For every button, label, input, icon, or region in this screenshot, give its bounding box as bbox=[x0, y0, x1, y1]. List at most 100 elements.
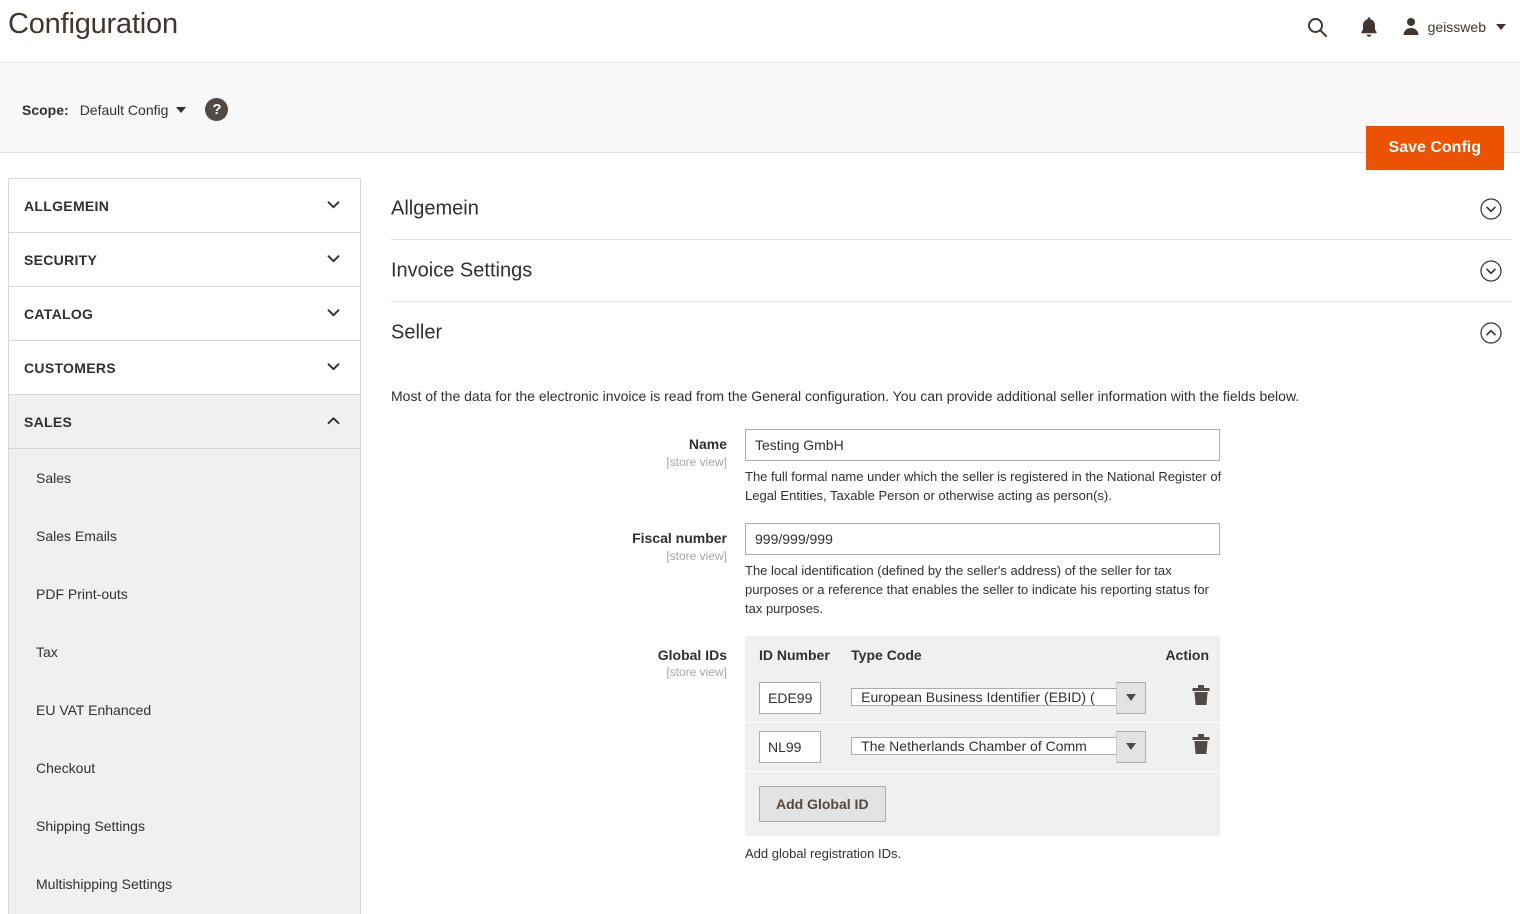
table-row: The Netherlands Chamber of Comm bbox=[745, 722, 1220, 772]
chevron-down-icon bbox=[327, 360, 340, 373]
bell-icon[interactable] bbox=[1343, 8, 1395, 46]
global-id-type-select-value-0[interactable]: European Business Identifier (EBID) ( bbox=[851, 687, 1130, 706]
sidebar-item-sales-emails[interactable]: Sales Emails bbox=[9, 507, 360, 565]
global-id-type-select-value-1[interactable]: The Netherlands Chamber of Comm bbox=[851, 736, 1122, 755]
scope-dropdown[interactable]: Default Config bbox=[80, 102, 187, 118]
sidebar-item-pdf-print-outs[interactable]: PDF Print-outs bbox=[9, 565, 360, 623]
cell-action bbox=[1146, 722, 1220, 772]
field-label-name: Name [store view] bbox=[391, 429, 745, 506]
page-title: Configuration bbox=[8, 8, 178, 40]
field-scope-note: [store view] bbox=[666, 665, 727, 680]
delete-global-id-button-1[interactable] bbox=[1191, 733, 1211, 755]
global-id-number-input-1[interactable] bbox=[759, 730, 821, 763]
user-avatar-icon bbox=[1401, 16, 1421, 39]
scope-selector-group: Scope: Default Config ? bbox=[22, 98, 229, 121]
sidebar-section-label: CATALOG bbox=[24, 305, 94, 322]
scope-bar: Scope: Default Config ? Save Config bbox=[0, 62, 1520, 170]
global-ids-table: ID Number Type Code Action EDE99 Europea… bbox=[745, 635, 1220, 836]
field-label-fiscal-number: Fiscal number [store view] bbox=[391, 523, 745, 619]
column-header-action: Action bbox=[1146, 635, 1220, 674]
field-row-name: Name [store view] The full formal name u… bbox=[391, 429, 1512, 506]
username-label: geissweb bbox=[1427, 19, 1486, 35]
section-header-seller[interactable]: Seller bbox=[391, 302, 1512, 364]
trash-icon bbox=[1191, 685, 1211, 709]
seller-name-input[interactable] bbox=[745, 429, 1220, 462]
section-title: Invoice Settings bbox=[391, 259, 533, 281]
field-control-name: The full formal name under which the sel… bbox=[745, 429, 1512, 506]
sidebar-section-label: SECURITY bbox=[24, 251, 98, 268]
sidebar-section-label: CUSTOMERS bbox=[24, 359, 116, 376]
section-title: Seller bbox=[391, 321, 443, 344]
cell-id-number bbox=[745, 722, 844, 772]
field-label-global-ids: Global IDs [store view] bbox=[391, 636, 745, 864]
user-menu[interactable]: geissweb bbox=[1401, 16, 1506, 39]
table-header-row: ID Number Type Code Action bbox=[745, 635, 1220, 674]
sidebar-item-sales[interactable]: Sales bbox=[9, 449, 360, 507]
chevron-down-circle-icon[interactable] bbox=[1480, 197, 1502, 220]
trash-icon bbox=[1191, 734, 1211, 758]
add-global-id-button[interactable]: Add Global ID bbox=[759, 785, 886, 822]
field-scope-note: [store view] bbox=[666, 455, 727, 470]
field-label-text: Name bbox=[688, 436, 727, 453]
sidebar-item-tax[interactable]: Tax bbox=[9, 623, 360, 681]
delete-global-id-button-0[interactable] bbox=[1191, 684, 1211, 706]
sidebar-section-catalog[interactable]: CATALOG bbox=[9, 287, 360, 341]
global-id-number-input-0[interactable] bbox=[759, 681, 821, 714]
table-footer-row: Add Global ID bbox=[745, 771, 1220, 836]
chevron-down-circle-icon[interactable] bbox=[1480, 259, 1502, 282]
scope-dropdown-value: Default Config bbox=[79, 101, 169, 118]
sidebar-section-sales[interactable]: SALES bbox=[9, 395, 360, 449]
chevron-down-icon bbox=[327, 306, 340, 319]
field-scope-note: [store view] bbox=[666, 548, 727, 563]
header-actions: geissweb bbox=[1291, 8, 1506, 46]
chevron-down-icon bbox=[1496, 24, 1506, 30]
column-header-id-number: ID Number bbox=[745, 635, 844, 674]
field-row-global-ids: Global IDs [store view] ID Number Type C… bbox=[391, 635, 1512, 864]
sidebar-section-customers[interactable]: CUSTOMERS bbox=[9, 341, 360, 395]
field-note-fiscal-number: The local identification (defined by the… bbox=[745, 562, 1209, 616]
field-note-name: The full formal name under which the sel… bbox=[745, 469, 1222, 504]
top-header: Configuration geissweb bbox=[0, 0, 1520, 62]
search-icon[interactable] bbox=[1291, 8, 1343, 46]
scope-label: Scope: bbox=[22, 101, 69, 118]
fiscal-number-input[interactable] bbox=[745, 522, 1220, 555]
section-title: Allgemein bbox=[391, 197, 479, 219]
cell-type-code: European Business Identifier (EBID) ( bbox=[843, 673, 1147, 723]
sidebar-sales-submenu: Sales Sales Emails PDF Print-outs Tax EU… bbox=[9, 449, 360, 914]
section-header-allgemein[interactable]: Allgemein bbox=[391, 178, 1512, 240]
global-id-type-select-0[interactable]: European Business Identifier (EBID) ( bbox=[851, 681, 1147, 714]
cell-id-number bbox=[745, 673, 844, 723]
field-row-fiscal-number: Fiscal number [store view] The local ide… bbox=[391, 522, 1512, 619]
field-control-fiscal-number: The local identification (defined by the… bbox=[745, 522, 1512, 619]
section-header-invoice-settings[interactable]: Invoice Settings bbox=[391, 240, 1512, 302]
column-header-type-code: Type Code bbox=[843, 635, 1147, 674]
cell-add-row: Add Global ID bbox=[745, 771, 1220, 836]
config-sidebar: ALLGEMEIN SECURITY CATALOG CUSTOMERS SAL… bbox=[8, 178, 361, 914]
global-id-type-select-1[interactable]: The Netherlands Chamber of Comm bbox=[851, 730, 1147, 763]
sidebar-item-shipping-settings[interactable]: Shipping Settings bbox=[9, 797, 360, 855]
help-icon[interactable]: ? bbox=[205, 98, 229, 121]
sidebar-section-label: ALLGEMEIN bbox=[24, 197, 110, 214]
chevron-up-circle-icon[interactable] bbox=[1480, 322, 1502, 344]
sidebar-section-security[interactable]: SECURITY bbox=[9, 233, 360, 287]
chevron-down-icon[interactable] bbox=[1116, 730, 1147, 763]
field-label-text: Global IDs bbox=[657, 646, 727, 663]
sidebar-section-allgemein[interactable]: ALLGEMEIN bbox=[9, 179, 360, 233]
config-main-content: Allgemein Invoice Settings Seller Most o… bbox=[391, 178, 1512, 880]
cell-action bbox=[1146, 673, 1220, 723]
sidebar-item-multishipping-settings[interactable]: Multishipping Settings bbox=[9, 855, 360, 913]
cell-type-code: The Netherlands Chamber of Comm bbox=[843, 722, 1147, 772]
chevron-down-icon[interactable] bbox=[1116, 681, 1147, 714]
global-ids-table-head: ID Number Type Code Action bbox=[745, 635, 1220, 674]
sidebar-item-checkout[interactable]: Checkout bbox=[9, 739, 360, 797]
field-note-global-ids: Add global registration IDs. bbox=[745, 845, 902, 861]
save-config-button[interactable]: Save Config bbox=[1365, 126, 1504, 170]
chevron-down-icon bbox=[327, 252, 340, 265]
seller-section-description: Most of the data for the electronic invo… bbox=[391, 388, 1300, 404]
sidebar-section-label: SALES bbox=[24, 413, 73, 430]
field-control-global-ids: ID Number Type Code Action EDE99 Europea… bbox=[745, 635, 1512, 864]
chevron-up-icon bbox=[327, 414, 340, 427]
chevron-down-icon bbox=[327, 198, 340, 211]
sidebar-item-eu-vat-enhanced[interactable]: EU VAT Enhanced bbox=[9, 681, 360, 739]
field-label-text: Fiscal number bbox=[632, 529, 727, 546]
